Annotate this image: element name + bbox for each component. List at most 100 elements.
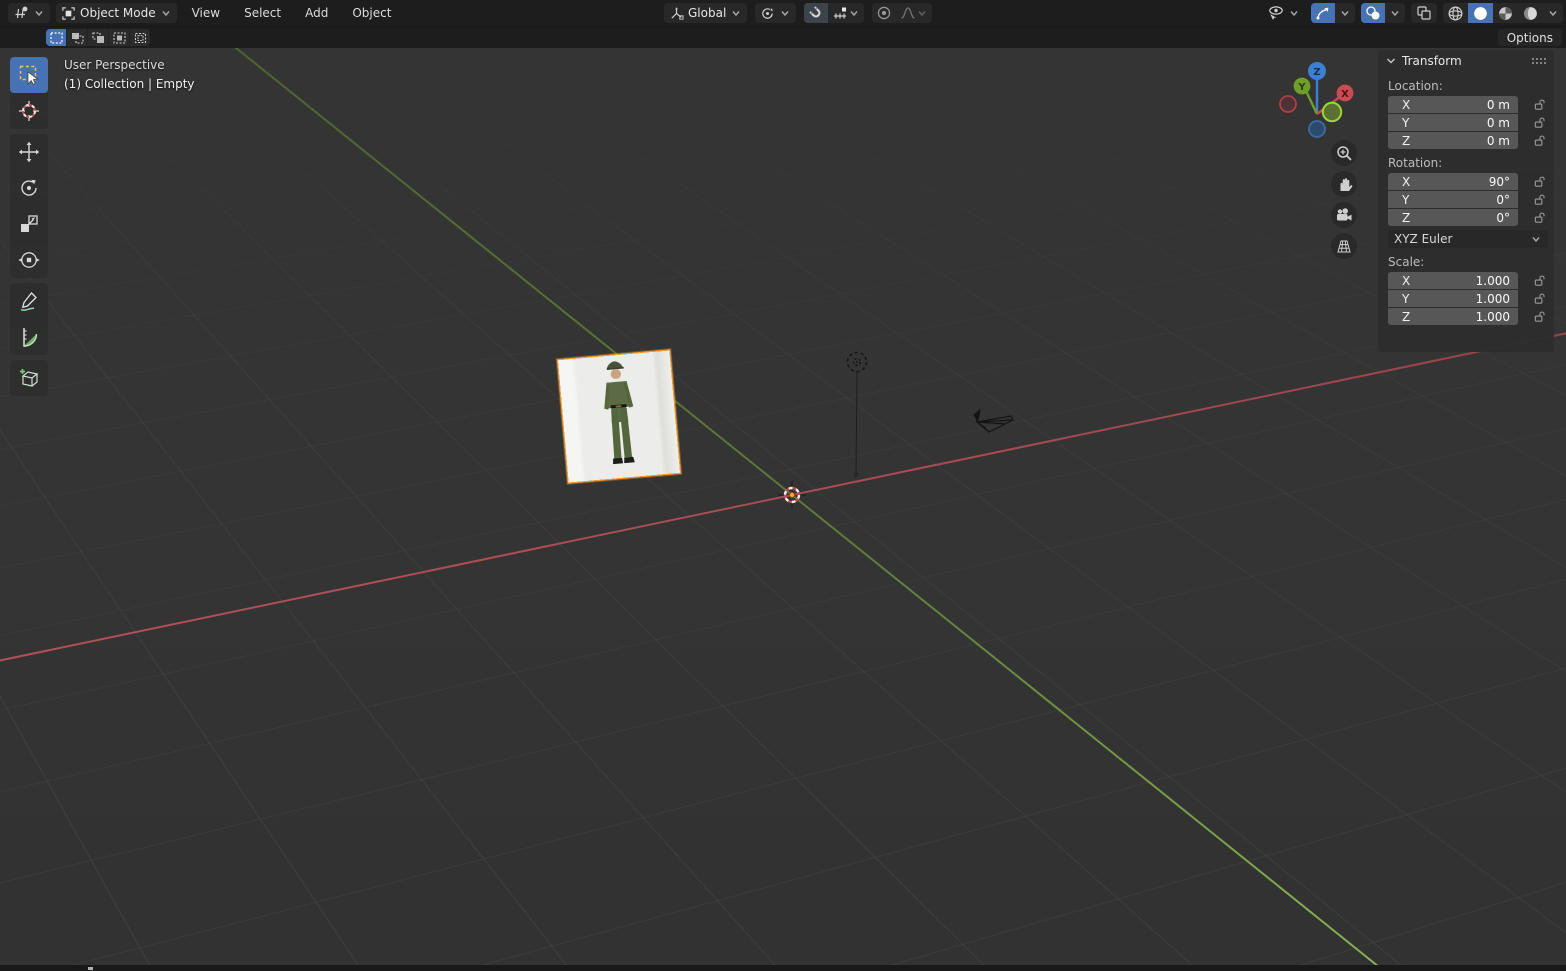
transform-panel-header[interactable]: Transform (1378, 50, 1554, 72)
annotate-tool[interactable] (10, 283, 48, 319)
zoom-button[interactable] (1331, 140, 1357, 166)
pivot-point-dropdown[interactable] (755, 3, 797, 23)
proportional-falloff-dropdown[interactable] (896, 3, 933, 23)
header-right (1262, 2, 1563, 24)
measure-tool[interactable] (10, 319, 48, 355)
object-mode-label: Object Mode (80, 6, 156, 20)
panel-collapse-chevron-icon[interactable] (1385, 55, 1397, 67)
measure-tool-icon (23, 328, 38, 347)
scale-y-field[interactable]: Y 1.000 (1388, 290, 1518, 307)
lock-open-icon[interactable] (1533, 116, 1546, 129)
blender-window: Object Mode View Select Add Object Globa… (0, 0, 1566, 971)
lock-open-icon[interactable] (1533, 274, 1546, 287)
transform-tool-icon (18, 252, 40, 268)
rendered-shading-button[interactable] (1518, 3, 1543, 23)
show-object-types-icon (1269, 6, 1283, 20)
gizmo-neg-x-ball[interactable] (1279, 95, 1297, 113)
shading-group (1443, 3, 1563, 23)
show-object-types-dropdown[interactable] (1262, 3, 1305, 23)
select-box-icon (19, 65, 39, 85)
select-mode-intersect[interactable] (130, 29, 150, 46)
proportional-editing-toggle[interactable] (872, 3, 897, 23)
menu-view[interactable]: View (183, 3, 229, 23)
axis-label: Y (1402, 192, 1410, 207)
header-center: Global (664, 2, 933, 24)
pan-button[interactable] (1331, 171, 1357, 197)
editor-type-3d-viewport-icon (15, 6, 28, 19)
lock-open-icon[interactable] (1533, 310, 1546, 323)
gizmo-z-axis-ball[interactable]: Z (1308, 62, 1326, 80)
gizmo-neg-y-ball[interactable] (1321, 101, 1343, 123)
cursor-tool-icon (19, 101, 39, 121)
scale-label: Scale: (1388, 255, 1425, 269)
transform-tool[interactable] (10, 242, 48, 278)
options-button[interactable]: Options (1497, 29, 1562, 46)
lock-open-icon[interactable] (1533, 193, 1546, 206)
scale-z-field[interactable]: Z 1.000 (1388, 308, 1518, 325)
reference-image-empty[interactable] (556, 349, 682, 484)
rotation-y-field[interactable]: Y 0° (1388, 191, 1518, 208)
editor-type-button[interactable] (8, 3, 50, 23)
navigation-gizmo[interactable]: Z Y X (1271, 52, 1363, 144)
menu-add[interactable]: Add (296, 3, 337, 23)
transform-panel: Transform Location: X 0 m Y 0 m Z 0 m Ro… (1378, 50, 1554, 352)
rotate-tool[interactable] (10, 170, 48, 206)
select-mode-subtract[interactable] (88, 29, 108, 46)
rotation-mode-dropdown[interactable]: XYZ Euler (1388, 230, 1548, 248)
select-mode-set[interactable] (46, 29, 66, 46)
snap-toggle-button[interactable] (804, 3, 829, 23)
select-box-tool[interactable] (10, 57, 48, 93)
location-z-field[interactable]: Z 0 m (1388, 132, 1518, 149)
shading-dropdown[interactable] (1543, 3, 1563, 23)
menu-object[interactable]: Object (343, 3, 400, 23)
gizmo-group (1311, 3, 1355, 23)
cursor-tool[interactable] (10, 93, 48, 129)
chevron-down-icon (781, 11, 789, 17)
scale-tool[interactable] (10, 206, 48, 242)
show-overlays-toggle[interactable] (1361, 3, 1385, 23)
overlays-dropdown[interactable] (1385, 3, 1405, 23)
location-y-field[interactable]: Y 0 m (1388, 114, 1518, 131)
rotation-z-value: 0° (1496, 210, 1510, 225)
lock-open-icon[interactable] (1533, 98, 1546, 111)
gizmo-x-axis-ball[interactable]: X (1336, 84, 1354, 102)
scale-x-field[interactable]: X 1.000 (1388, 272, 1518, 289)
material-preview-shading-button[interactable] (1493, 3, 1518, 23)
3d-cursor[interactable] (777, 480, 807, 510)
axis-label: Z (1402, 309, 1411, 324)
show-gizmo-toggle[interactable] (1311, 3, 1335, 23)
point-light-object[interactable] (836, 348, 880, 483)
solid-shading-button[interactable] (1468, 3, 1493, 23)
lock-open-icon[interactable] (1533, 175, 1546, 188)
add-cube-tool[interactable] (10, 360, 48, 396)
viewport-3d[interactable]: User Perspective (1) Collection | Empty (0, 48, 1566, 965)
menu-select[interactable]: Select (235, 3, 290, 23)
select-mode-invert[interactable] (109, 29, 129, 46)
camera-object[interactable] (960, 403, 1020, 445)
camera-view-button[interactable] (1331, 202, 1357, 228)
move-tool[interactable] (10, 134, 48, 170)
toggle-xray-button[interactable] (1411, 3, 1437, 23)
location-x-field[interactable]: X 0 m (1388, 96, 1518, 113)
select-set-icon (49, 31, 63, 44)
lock-open-icon[interactable] (1533, 134, 1546, 147)
status-fragment (88, 967, 93, 970)
lock-open-icon[interactable] (1533, 292, 1546, 305)
toggle-ortho-button[interactable] (1331, 233, 1357, 259)
transform-orientation-dropdown[interactable]: Global (664, 3, 748, 23)
lock-open-icon[interactable] (1533, 211, 1546, 224)
show-overlays-icon (1366, 6, 1380, 20)
wireframe-shading-button[interactable] (1443, 3, 1468, 23)
rotation-z-field[interactable]: Z 0° (1388, 209, 1518, 226)
gizmo-y-axis-ball[interactable]: Y (1293, 77, 1311, 95)
gizmo-neg-z-ball[interactable] (1308, 120, 1326, 138)
select-invert-icon (112, 31, 126, 44)
select-mode-extend[interactable] (67, 29, 87, 46)
snap-target-dropdown[interactable] (828, 3, 865, 23)
object-mode-dropdown[interactable]: Object Mode (56, 3, 177, 23)
panel-grip-handle[interactable] (1531, 57, 1547, 65)
header-bar: Object Mode View Select Add Object Globa… (0, 0, 1566, 26)
rotation-x-field[interactable]: X 90° (1388, 173, 1518, 190)
transform-orientation-icon (671, 6, 684, 20)
gizmo-dropdown[interactable] (1335, 3, 1355, 23)
